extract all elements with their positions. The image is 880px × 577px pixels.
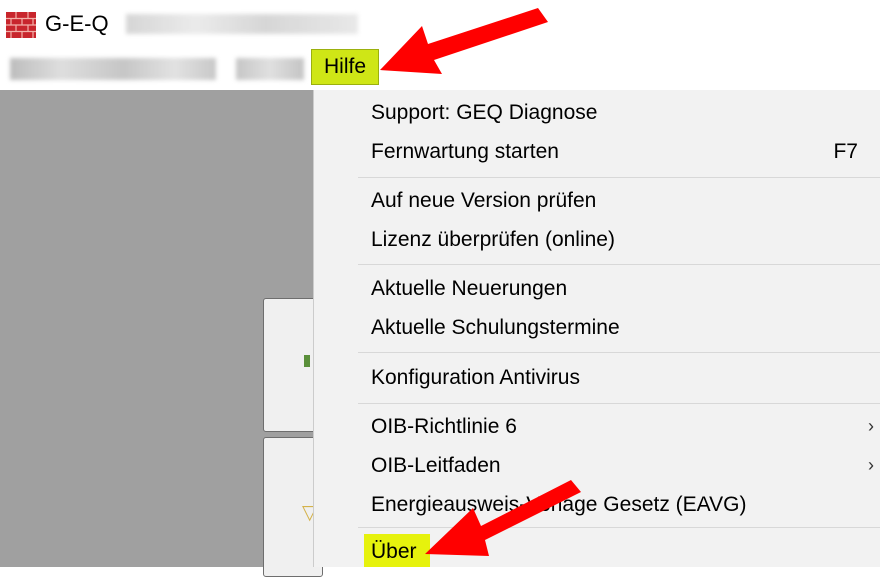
menu-item-lizenz-pruefen[interactable]: Lizenz überprüfen (online): [371, 228, 615, 252]
menu-item-oib-richtlinie[interactable]: OIB-Richtlinie 6: [371, 415, 517, 439]
menu-item-neuerungen[interactable]: Aktuelle Neuerungen: [371, 277, 567, 301]
chevron-right-icon: ›: [868, 416, 874, 436]
menu-item-fernwartung[interactable]: Fernwartung starten: [371, 140, 559, 164]
blurred-menu-item[interactable]: [10, 58, 216, 80]
chevron-right-icon: ›: [868, 455, 874, 475]
menu-separator: [358, 177, 880, 178]
menu-hilfe[interactable]: Hilfe: [311, 49, 379, 85]
red-arrow-annotation: [380, 8, 548, 74]
brick-wall-icon: [6, 12, 36, 38]
menu-item-version-pruefen[interactable]: Auf neue Version prüfen: [371, 189, 596, 213]
menu-separator: [358, 352, 880, 353]
menu-item-antivirus[interactable]: Konfiguration Antivirus: [371, 366, 580, 390]
menu-item-support-diagnose[interactable]: Support: GEQ Diagnose: [371, 101, 597, 125]
menu-item-oib-leitfaden[interactable]: OIB-Leitfaden: [371, 454, 501, 478]
menu-separator: [358, 403, 880, 404]
blurred-menu-item[interactable]: [236, 58, 304, 80]
window-title: G-E-Q: [45, 11, 109, 36]
shortcut-f7: F7: [833, 140, 858, 163]
blurred-version-text: [126, 14, 358, 34]
menu-item-ueber[interactable]: Über: [371, 540, 417, 564]
menu-item-schulungstermine[interactable]: Aktuelle Schulungstermine: [371, 316, 620, 340]
help-dropdown-menu: Support: GEQ Diagnose Fernwartung starte…: [313, 90, 880, 567]
menu-separator: [358, 264, 880, 265]
panel-icon: [304, 355, 310, 367]
red-arrow-annotation: [425, 480, 581, 556]
